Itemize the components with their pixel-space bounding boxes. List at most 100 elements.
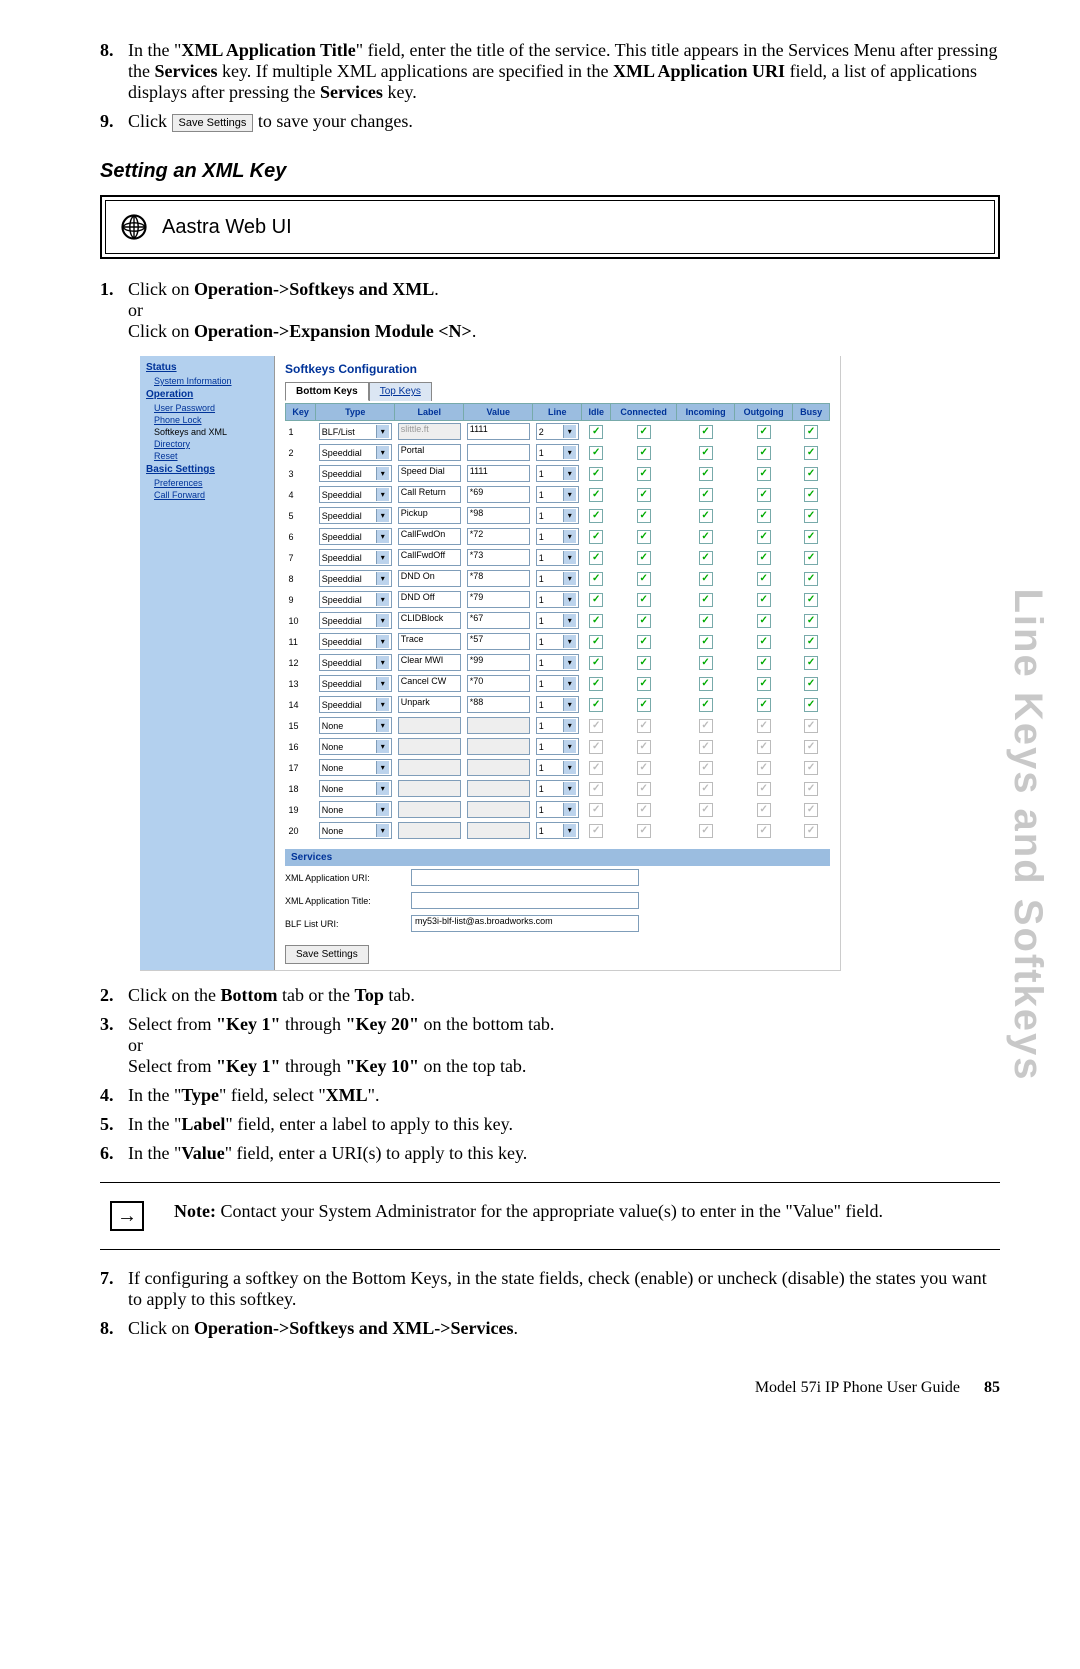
outgoing-checkbox[interactable]: ✓ bbox=[757, 593, 771, 607]
sidebar-item-prefs[interactable]: Preferences bbox=[142, 477, 272, 489]
idle-checkbox[interactable]: ✓ bbox=[589, 509, 603, 523]
value-input[interactable] bbox=[467, 444, 530, 461]
idle-checkbox[interactable]: ✓ bbox=[589, 467, 603, 481]
busy-checkbox[interactable]: ✓ bbox=[804, 593, 818, 607]
sidebar-heading-operation[interactable]: Operation bbox=[142, 387, 272, 402]
value-input[interactable]: *98 bbox=[467, 507, 530, 524]
incoming-checkbox[interactable]: ✓ bbox=[699, 467, 713, 481]
label-input[interactable]: CallFwdOn bbox=[398, 528, 461, 545]
busy-checkbox[interactable]: ✓ bbox=[804, 635, 818, 649]
type-select[interactable]: Speeddial▾ bbox=[319, 486, 392, 503]
busy-checkbox[interactable]: ✓ bbox=[804, 677, 818, 691]
connected-checkbox[interactable]: ✓ bbox=[637, 551, 651, 565]
busy-checkbox[interactable]: ✓ bbox=[804, 425, 818, 439]
line-select[interactable]: 1▾ bbox=[536, 822, 579, 839]
line-select[interactable]: 2▾ bbox=[536, 423, 579, 440]
sidebar-item-phonelock[interactable]: Phone Lock bbox=[142, 414, 272, 426]
value-input[interactable]: *88 bbox=[467, 696, 530, 713]
label-input[interactable]: Call Return bbox=[398, 486, 461, 503]
type-select[interactable]: Speeddial▾ bbox=[319, 570, 392, 587]
incoming-checkbox[interactable]: ✓ bbox=[699, 572, 713, 586]
idle-checkbox[interactable]: ✓ bbox=[589, 635, 603, 649]
outgoing-checkbox[interactable]: ✓ bbox=[757, 467, 771, 481]
connected-checkbox[interactable]: ✓ bbox=[637, 677, 651, 691]
line-select[interactable]: 1▾ bbox=[536, 444, 579, 461]
type-select[interactable]: None▾ bbox=[319, 738, 392, 755]
line-select[interactable]: 1▾ bbox=[536, 654, 579, 671]
save-settings-button[interactable]: Save Settings bbox=[285, 945, 369, 964]
connected-checkbox[interactable]: ✓ bbox=[637, 425, 651, 439]
outgoing-checkbox[interactable]: ✓ bbox=[757, 446, 771, 460]
label-input[interactable]: Unpark bbox=[398, 696, 461, 713]
line-select[interactable]: 1▾ bbox=[536, 780, 579, 797]
busy-checkbox[interactable]: ✓ bbox=[804, 446, 818, 460]
busy-checkbox[interactable]: ✓ bbox=[804, 614, 818, 628]
type-select[interactable]: Speeddial▾ bbox=[319, 507, 392, 524]
incoming-checkbox[interactable]: ✓ bbox=[699, 425, 713, 439]
type-select[interactable]: Speeddial▾ bbox=[319, 696, 392, 713]
idle-checkbox[interactable]: ✓ bbox=[589, 446, 603, 460]
label-input[interactable]: CallFwdOff bbox=[398, 549, 461, 566]
value-input[interactable]: *73 bbox=[467, 549, 530, 566]
line-select[interactable]: 1▾ bbox=[536, 717, 579, 734]
type-select[interactable]: None▾ bbox=[319, 822, 392, 839]
line-select[interactable]: 1▾ bbox=[536, 507, 579, 524]
type-select[interactable]: None▾ bbox=[319, 801, 392, 818]
incoming-checkbox[interactable]: ✓ bbox=[699, 698, 713, 712]
blf-list-input[interactable]: my53i-blf-list@as.broadworks.com bbox=[411, 915, 639, 932]
type-select[interactable]: Speeddial▾ bbox=[319, 633, 392, 650]
connected-checkbox[interactable]: ✓ bbox=[637, 656, 651, 670]
type-select[interactable]: None▾ bbox=[319, 759, 392, 776]
busy-checkbox[interactable]: ✓ bbox=[804, 698, 818, 712]
xml-uri-input[interactable] bbox=[411, 869, 639, 886]
label-input[interactable]: Cancel CW bbox=[398, 675, 461, 692]
connected-checkbox[interactable]: ✓ bbox=[637, 698, 651, 712]
connected-checkbox[interactable]: ✓ bbox=[637, 446, 651, 460]
outgoing-checkbox[interactable]: ✓ bbox=[757, 530, 771, 544]
outgoing-checkbox[interactable]: ✓ bbox=[757, 677, 771, 691]
connected-checkbox[interactable]: ✓ bbox=[637, 572, 651, 586]
value-input[interactable]: *78 bbox=[467, 570, 530, 587]
label-input[interactable]: Clear MWI bbox=[398, 654, 461, 671]
type-select[interactable]: Speeddial▾ bbox=[319, 675, 392, 692]
line-select[interactable]: 1▾ bbox=[536, 759, 579, 776]
line-select[interactable]: 1▾ bbox=[536, 612, 579, 629]
line-select[interactable]: 1▾ bbox=[536, 591, 579, 608]
connected-checkbox[interactable]: ✓ bbox=[637, 614, 651, 628]
sidebar-item-softkeys[interactable]: Softkeys and XML bbox=[142, 426, 272, 438]
type-select[interactable]: Speeddial▾ bbox=[319, 654, 392, 671]
incoming-checkbox[interactable]: ✓ bbox=[699, 488, 713, 502]
idle-checkbox[interactable]: ✓ bbox=[589, 698, 603, 712]
idle-checkbox[interactable]: ✓ bbox=[589, 530, 603, 544]
type-select[interactable]: Speeddial▾ bbox=[319, 465, 392, 482]
connected-checkbox[interactable]: ✓ bbox=[637, 530, 651, 544]
idle-checkbox[interactable]: ✓ bbox=[589, 488, 603, 502]
line-select[interactable]: 1▾ bbox=[536, 696, 579, 713]
label-input[interactable]: DND Off bbox=[398, 591, 461, 608]
label-input[interactable]: Speed Dial bbox=[398, 465, 461, 482]
incoming-checkbox[interactable]: ✓ bbox=[699, 551, 713, 565]
label-input[interactable]: Portal bbox=[398, 444, 461, 461]
line-select[interactable]: 1▾ bbox=[536, 528, 579, 545]
xml-title-input[interactable] bbox=[411, 892, 639, 909]
incoming-checkbox[interactable]: ✓ bbox=[699, 614, 713, 628]
incoming-checkbox[interactable]: ✓ bbox=[699, 635, 713, 649]
type-select[interactable]: Speeddial▾ bbox=[319, 591, 392, 608]
busy-checkbox[interactable]: ✓ bbox=[804, 656, 818, 670]
line-select[interactable]: 1▾ bbox=[536, 738, 579, 755]
value-input[interactable]: 1111 bbox=[467, 465, 530, 482]
outgoing-checkbox[interactable]: ✓ bbox=[757, 614, 771, 628]
line-select[interactable]: 1▾ bbox=[536, 570, 579, 587]
type-select[interactable]: Speeddial▾ bbox=[319, 444, 392, 461]
busy-checkbox[interactable]: ✓ bbox=[804, 488, 818, 502]
outgoing-checkbox[interactable]: ✓ bbox=[757, 656, 771, 670]
sidebar-item-userpw[interactable]: User Password bbox=[142, 402, 272, 414]
value-input[interactable]: *69 bbox=[467, 486, 530, 503]
incoming-checkbox[interactable]: ✓ bbox=[699, 509, 713, 523]
connected-checkbox[interactable]: ✓ bbox=[637, 509, 651, 523]
value-input[interactable]: 1111 bbox=[467, 423, 530, 440]
incoming-checkbox[interactable]: ✓ bbox=[699, 656, 713, 670]
incoming-checkbox[interactable]: ✓ bbox=[699, 530, 713, 544]
incoming-checkbox[interactable]: ✓ bbox=[699, 446, 713, 460]
busy-checkbox[interactable]: ✓ bbox=[804, 467, 818, 481]
